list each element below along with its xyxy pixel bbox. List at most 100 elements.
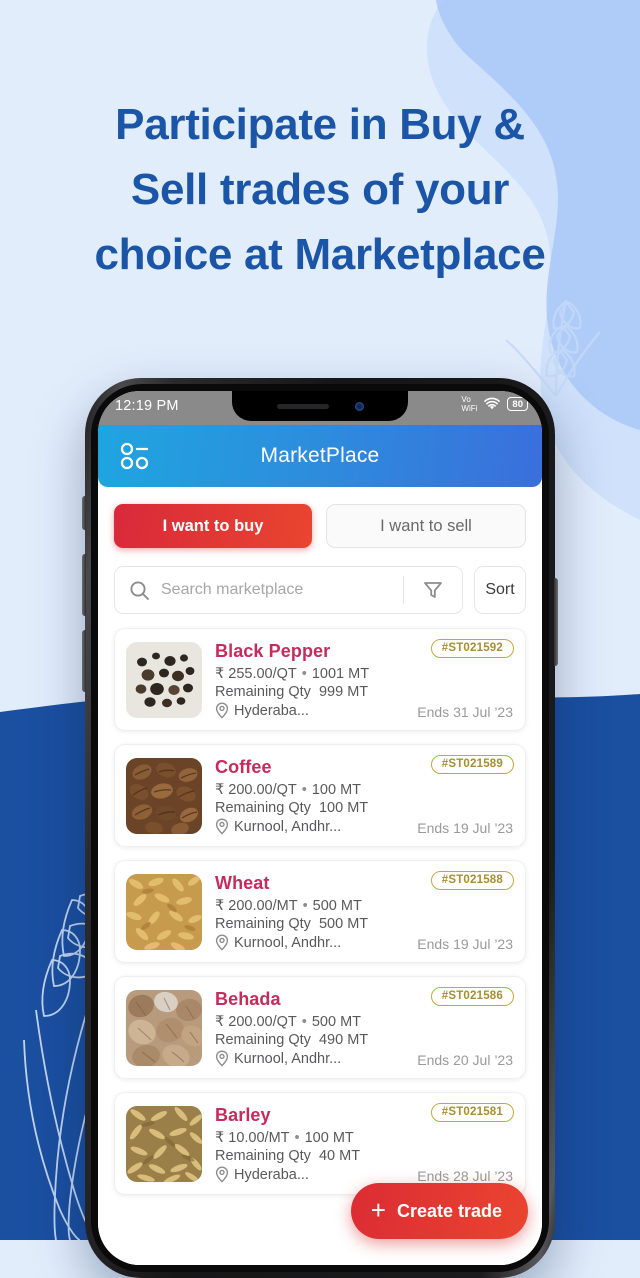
listing-price-row: ₹ 255.00/QT • 1001 MT [215, 666, 514, 682]
listing-price-row: ₹ 10.00/MT • 100 MT [215, 1130, 514, 1146]
location-pin-icon [215, 1050, 229, 1067]
separator-dot: • [301, 1014, 307, 1030]
sort-button[interactable]: Sort [474, 566, 526, 614]
phone-notch [232, 391, 408, 421]
status-bar-time: 12:19 PM [115, 398, 179, 414]
listing-quantity: 500 MT [312, 898, 362, 914]
coffee-beans-thumbnail [126, 757, 202, 834]
listing-remaining-row: Remaining Qty 999 MT [215, 684, 514, 700]
listing-location: Hyderaba... [234, 1166, 309, 1183]
listing-price-row: ₹ 200.00/MT • 500 MT [215, 898, 514, 914]
listing-remaining-value: 500 MT [318, 916, 369, 932]
front-camera [354, 401, 364, 411]
listing-remaining-row: Remaining Qty 100 MT [215, 800, 514, 816]
location-pin-icon [215, 934, 229, 951]
listing-remaining-label: Remaining Qty [215, 800, 311, 816]
listing-trade-id-badge: #ST021586 [430, 987, 514, 1006]
listing-remaining-value: 490 MT [318, 1032, 369, 1048]
earpiece-speaker [276, 403, 329, 409]
listing-price: ₹ 200.00/QT [215, 1014, 297, 1030]
listing-remaining-row: Remaining Qty 40 MT [215, 1148, 514, 1164]
separator-dot: • [294, 1130, 300, 1146]
listing-trade-id-badge: #ST021589 [430, 755, 514, 774]
listing-card[interactable]: Barley ₹ 10.00/MT • 100 MT Remaining Qty 4… [114, 1092, 526, 1195]
location-pin-icon [215, 1166, 229, 1183]
phone-screen: 12:19 PM Vo WiFi 80 MarketPlace I want t… [98, 391, 542, 1265]
listing-card[interactable]: Coffee ₹ 200.00/QT • 100 MT Remaining Qty … [114, 744, 526, 847]
listing-end-date: Ends 28 Jul ’23 [417, 1168, 513, 1184]
listing-location: Hyderaba... [234, 702, 309, 719]
listing-trade-id-badge: #ST021592 [430, 639, 514, 658]
listing-trade-id-badge: #ST021588 [430, 871, 514, 890]
listing-thumbnail [126, 873, 202, 950]
mute-switch [82, 496, 86, 530]
listing-end-date: Ends 20 Jul ’23 [417, 1052, 513, 1068]
tab-i-want-to-buy[interactable]: I want to buy [114, 504, 312, 548]
listing-price: ₹ 200.00/MT [215, 898, 298, 914]
vowifi-line-2: WiFi [461, 404, 478, 413]
listing-card[interactable]: Wheat ₹ 200.00/MT • 500 MT Remaining Qty 5… [114, 860, 526, 963]
listing-remaining-label: Remaining Qty [215, 1032, 311, 1048]
vowifi-line-1: Vo [461, 395, 471, 404]
location-pin-icon [215, 818, 229, 835]
create-trade-button[interactable]: + Create trade [350, 1183, 528, 1239]
listing-price-row: ₹ 200.00/QT • 100 MT [215, 782, 514, 798]
listing-end-date: Ends 19 Jul ’23 [417, 936, 513, 952]
listing-quantity: 1001 MT [311, 666, 370, 682]
tab-i-want-to-sell[interactable]: I want to sell [326, 504, 526, 548]
listing-quantity: 500 MT [311, 1014, 362, 1030]
phone-mockup: 12:19 PM Vo WiFi 80 MarketPlace I want t… [82, 378, 558, 1278]
listing-location: Kurnool, Andhr... [234, 1050, 342, 1067]
volume-up-button [82, 554, 86, 616]
listing-remaining-label: Remaining Qty [215, 1148, 311, 1164]
listing-remaining-row: Remaining Qty 490 MT [215, 1032, 514, 1048]
headline-line-1: Participate in Buy & [115, 100, 525, 149]
listing-thumbnail [126, 989, 202, 1066]
listing-trade-id-badge: #ST021581 [430, 1103, 514, 1122]
search-box[interactable]: Search marketplace [114, 566, 463, 614]
create-trade-label: Create trade [396, 1200, 502, 1221]
listing-price-row: ₹ 200.00/QT • 500 MT [215, 1014, 514, 1030]
behada-nuts-thumbnail [126, 989, 202, 1066]
listing-thumbnail [126, 757, 202, 834]
listing-end-date: Ends 31 Jul ’23 [417, 704, 513, 720]
black-pepper-thumbnail [126, 641, 202, 718]
separator-dot: • [301, 782, 307, 798]
listing-location: Kurnool, Andhr... [234, 934, 342, 951]
plus-icon: + [370, 1195, 386, 1225]
search-row: Search marketplace Sort [114, 566, 526, 614]
filter-button[interactable] [404, 578, 462, 602]
listing-remaining-value: 100 MT [318, 800, 369, 816]
headline-line-3: choice at Marketplace [94, 230, 546, 280]
listing-thumbnail [126, 1105, 202, 1182]
status-bar-indicators: Vo WiFi 80 [461, 395, 528, 413]
listing-quantity: 100 MT [311, 782, 362, 798]
listing-remaining-label: Remaining Qty [215, 916, 311, 932]
status-bar: 12:19 PM Vo WiFi 80 [98, 391, 542, 425]
wheat-grain-thumbnail [126, 873, 202, 950]
search-input[interactable]: Search marketplace [161, 581, 403, 599]
listing-remaining-label: Remaining Qty [215, 684, 311, 700]
listing-card[interactable]: Behada ₹ 200.00/QT • 500 MT Remaining Qty … [114, 976, 526, 1079]
app-header: MarketPlace [98, 425, 542, 487]
page-headline: Participate in Buy & Sell trades of your… [0, 92, 640, 287]
listing-remaining-value: 40 MT [318, 1148, 361, 1164]
search-icon [130, 580, 149, 600]
separator-dot: • [301, 666, 307, 682]
listing-list: Black Pepper ₹ 255.00/QT • 1001 MT Remaini… [114, 628, 526, 1195]
listing-card[interactable]: Black Pepper ₹ 255.00/QT • 1001 MT Remaini… [114, 628, 526, 731]
listing-end-date: Ends 19 Jul ’23 [417, 820, 513, 836]
headline-line-2: Sell trades of your [130, 165, 510, 215]
listing-location: Kurnool, Andhr... [234, 818, 342, 835]
listing-quantity: 100 MT [304, 1130, 354, 1146]
power-button [554, 578, 558, 666]
listing-thumbnail [126, 641, 202, 718]
grid-menu-icon[interactable] [120, 441, 150, 471]
filter-funnel-icon [424, 582, 442, 598]
wifi-icon [484, 397, 501, 410]
listing-remaining-row: Remaining Qty 500 MT [215, 916, 514, 932]
location-pin-icon [215, 702, 229, 719]
buy-sell-toggle: I want to buy I want to sell [114, 504, 526, 548]
volume-down-button [82, 630, 86, 692]
marketplace-content: I want to buy I want to sell Search mark… [98, 504, 542, 1265]
